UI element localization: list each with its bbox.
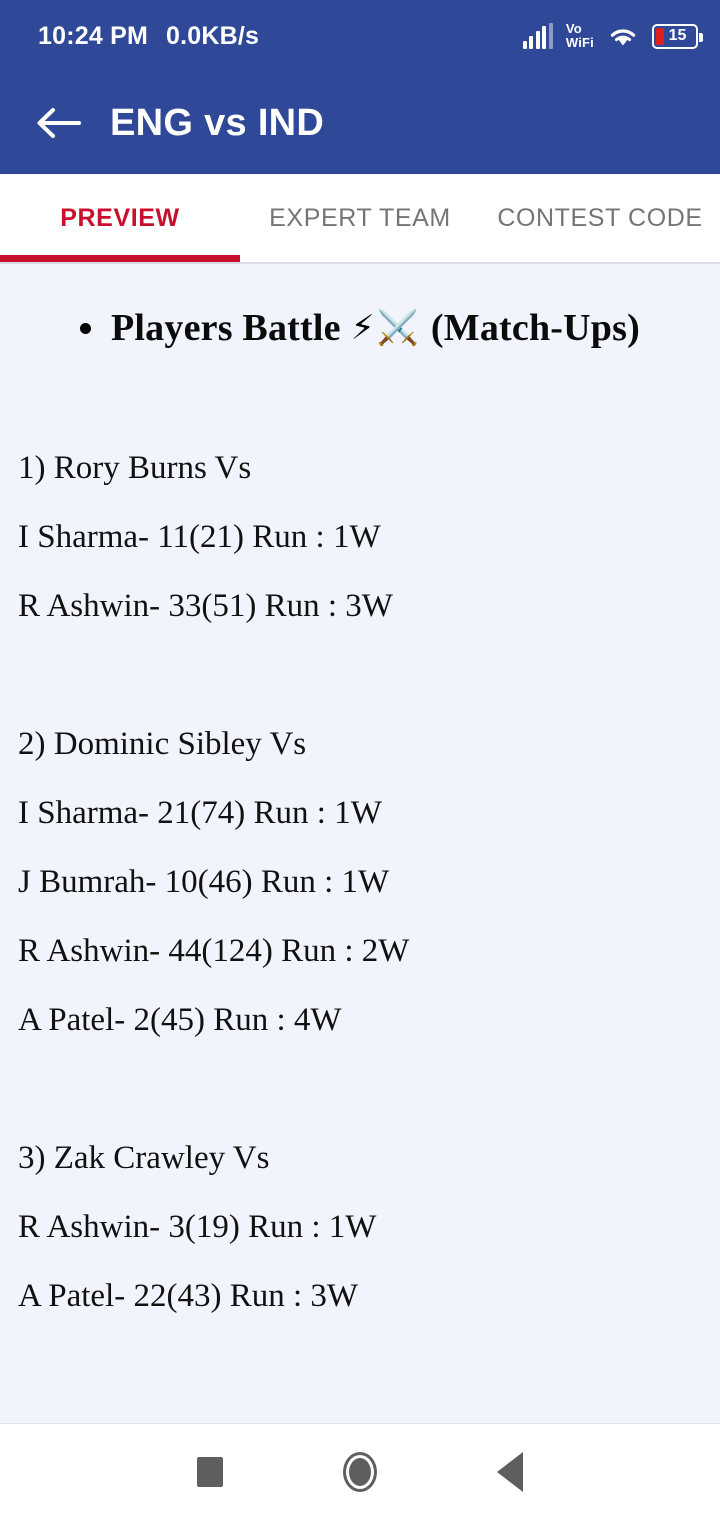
wifi-icon [610, 29, 636, 46]
section-heading-text-after: (Match-Ups) [430, 307, 640, 349]
battle-matchup-line: R Ashwin- 3(19) Run : 1W [18, 1209, 377, 1245]
nav-back-button[interactable] [435, 1424, 585, 1520]
nav-recents-button[interactable] [135, 1424, 285, 1520]
preview-content-panel[interactable]: Players Battle ⚡⚔️ (Match-Ups) 1) Rory B… [0, 264, 720, 1423]
status-time: 10:24 PM [38, 21, 148, 50]
android-navigation-bar [0, 1423, 720, 1520]
battle-block: 2) Dominic Sibley Vs I Sharma- 21(74) Ru… [18, 710, 702, 1055]
tab-expert-team-label: EXPERT TEAM [269, 203, 451, 232]
battle-title: 3) Zak Crawley Vs [18, 1140, 270, 1176]
section-heading: Players Battle ⚡⚔️ (Match-Ups) [18, 264, 702, 354]
tab-contest-code[interactable]: CONTEST CODE [480, 174, 720, 262]
battle-matchup-line: A Patel- 2(45) Run : 4W [18, 1002, 342, 1038]
circle-home-icon [343, 1452, 377, 1492]
status-bar: 10:24 PM 0.0KB/s Vo WiFi 15 [0, 0, 720, 72]
tab-preview-label: PREVIEW [60, 203, 180, 232]
battle-matchup-line: I Sharma- 11(21) Run : 1W [18, 519, 381, 555]
tab-bar[interactable]: PREVIEW EXPERT TEAM CONTEST CODE [0, 174, 720, 264]
app-root: 10:24 PM 0.0KB/s Vo WiFi 15 ENG vs IND P… [0, 0, 720, 1520]
battle-matchup-line: R Ashwin- 44(124) Run : 2W [18, 933, 410, 969]
section-heading-text-before: Players Battle [111, 307, 341, 349]
battle-title: 1) Rory Burns Vs [18, 450, 252, 486]
battle-block: 3) Zak Crawley Vs R Ashwin- 3(19) Run : … [18, 1124, 702, 1331]
page-title: ENG vs IND [110, 101, 325, 144]
status-network-speed: 0.0KB/s [166, 21, 260, 50]
battle-matchup-line: A Patel- 22(43) Run : 3W [18, 1278, 359, 1314]
square-recents-icon [197, 1457, 223, 1487]
tab-contest-code-label: CONTEST CODE [497, 203, 703, 232]
vowifi-line-2: WiFi [565, 35, 594, 50]
back-button[interactable] [34, 99, 82, 147]
battle-matchup-line: I Sharma- 21(74) Run : 1W [18, 795, 382, 831]
status-bar-left: 10:24 PM 0.0KB/s [38, 22, 259, 51]
battle-emoji-icon: ⚡⚔️ [350, 308, 421, 348]
tab-preview[interactable]: PREVIEW [0, 174, 240, 262]
nav-home-button[interactable] [285, 1424, 435, 1520]
battle-matchup-line: R Ashwin- 33(51) Run : 3W [18, 588, 393, 624]
vowifi-line-1: Vo [565, 21, 582, 36]
battery-icon: 15 [652, 23, 703, 49]
tab-expert-team[interactable]: EXPERT TEAM [240, 174, 480, 262]
cellular-signal-icon [522, 23, 553, 49]
app-bar: ENG vs IND [0, 72, 720, 174]
bullet-icon [80, 322, 92, 334]
status-bar-right: Vo WiFi 15 [522, 22, 703, 50]
battle-matchup-line: J Bumrah- 10(46) Run : 1W [18, 864, 390, 900]
battle-title: 2) Dominic Sibley Vs [18, 726, 307, 762]
battles-list: 1) Rory Burns Vs I Sharma- 11(21) Run : … [18, 354, 702, 1331]
triangle-back-icon [497, 1452, 523, 1492]
battle-block: 1) Rory Burns Vs I Sharma- 11(21) Run : … [18, 434, 702, 641]
battery-level-text: 15 [668, 27, 687, 44]
arrow-left-icon [37, 108, 81, 138]
vowifi-icon: Vo WiFi [566, 22, 594, 50]
